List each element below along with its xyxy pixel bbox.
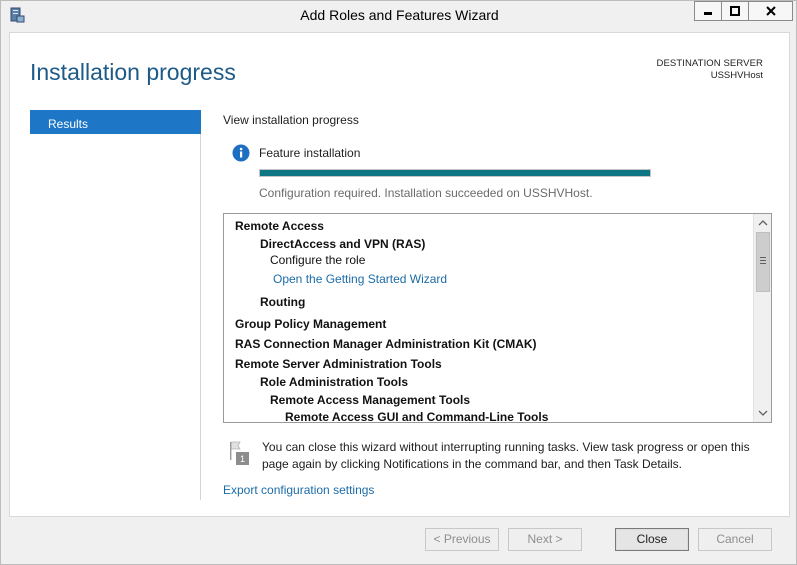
wizard-client-area: Installation progress DESTINATION SERVER… [9,32,790,517]
info-icon [232,144,250,162]
cancel-button[interactable]: Cancel [698,528,772,551]
window-title: Add Roles and Features Wizard [300,7,499,23]
minimize-button[interactable] [694,1,721,21]
maximize-icon [730,6,740,16]
destination-server-label: DESTINATION SERVER [656,58,763,69]
results-list-item: Remote Access Management Tools [270,393,471,407]
previous-button[interactable]: < Previous [425,528,499,551]
maximize-button[interactable] [721,1,748,21]
results-list-item: Configure the role [270,253,366,267]
nav-item-results[interactable]: Results [30,110,201,134]
view-progress-label: View installation progress [223,113,359,127]
scroll-down-icon[interactable] [755,405,771,421]
close-icon [765,6,776,16]
note-line-2: page again by clicking Notifications in … [262,457,683,471]
wizard-nav: Results [30,110,201,500]
close-button[interactable]: Close [615,528,689,551]
results-list-item: DirectAccess and VPN (RAS) [260,237,426,251]
notification-badge: 1 [240,454,245,464]
note-line-1: You can close this wizard without interr… [262,440,750,454]
feature-installation-label: Feature installation [259,146,361,160]
scroll-up-icon[interactable] [755,215,771,231]
results-list-item: Remote Access [235,219,324,233]
installation-progress-bar [259,169,651,177]
results-list-item: Group Policy Management [235,317,387,331]
close-window-button[interactable] [748,1,793,21]
next-button[interactable]: Next > [508,528,582,551]
title-bar[interactable]: Add Roles and Features Wizard [1,1,796,31]
wizard-footer: < Previous Next > Close Cancel [1,518,796,564]
results-list-item: Remote Server Administration Tools [235,357,442,371]
results-scrollbar[interactable] [753,214,771,422]
wizard-window: Add Roles and Features Wizard Installati… [0,0,797,565]
installation-status-text: Configuration required. Installation suc… [259,186,593,200]
destination-server-value: USSHVHost [710,70,763,81]
scrollbar-thumb[interactable] [756,232,770,292]
results-list-item: Role Administration Tools [260,375,409,389]
minimize-icon [704,12,712,15]
getting-started-wizard-link[interactable]: Open the Getting Started Wizard [273,272,447,286]
results-list-item: Remote Access GUI and Command-Line Tools [285,410,549,423]
close-wizard-note: You can close this wizard without interr… [262,439,782,473]
results-list: Remote Access DirectAccess and VPN (RAS) C… [224,214,753,422]
scrollbar-grip-icon [760,260,766,261]
page-title: Installation progress [30,59,236,85]
progress-fill [260,170,650,176]
results-list-box[interactable]: Remote Access DirectAccess and VPN (RAS) C… [223,213,772,423]
results-list-item: RAS Connection Manager Administration Ki… [235,337,537,351]
results-list-item: Routing [260,295,306,309]
flag-icon: 1 [229,440,251,466]
export-configuration-link[interactable]: Export configuration settings [223,483,374,497]
